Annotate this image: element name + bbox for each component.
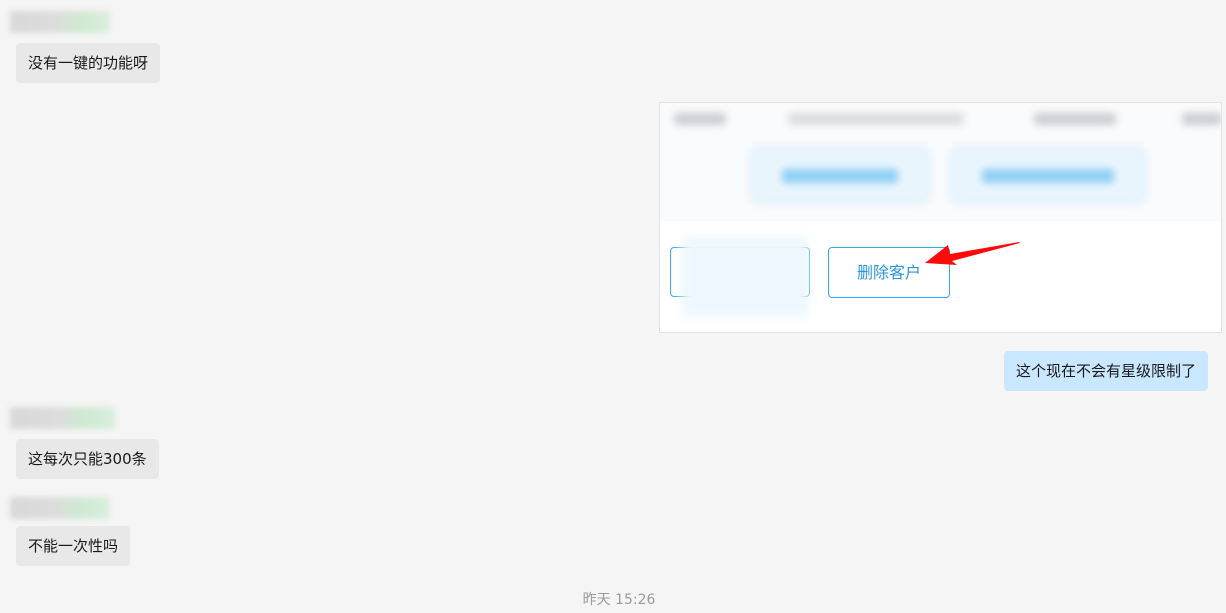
screenshot-header-area [660, 103, 1221, 221]
chat-window: 没有一键的功能呀 删除客户 这个现在不会有星级限制了 这每次只能300条 不能一… [0, 0, 1226, 613]
sender-name [10, 11, 110, 33]
blurred-text [674, 113, 726, 125]
blurred-text [1034, 113, 1116, 125]
sender-name [10, 407, 115, 429]
message-bubble[interactable]: 不能一次性吗 [16, 526, 131, 566]
blurred-button [750, 147, 930, 203]
blurred-button [950, 147, 1146, 203]
message-bubble[interactable]: 这个现在不会有星级限制了 [1004, 351, 1209, 391]
sender-name [10, 497, 110, 519]
delete-customer-button[interactable]: 删除客户 [828, 247, 950, 298]
blur-mask [682, 237, 808, 317]
blurred-text [1182, 113, 1221, 125]
blurred-text [788, 113, 964, 125]
timestamp: 昨天 15:26 [582, 592, 656, 608]
message-bubble[interactable]: 这每次只能300条 [16, 439, 159, 479]
message-bubble[interactable]: 没有一键的功能呀 [16, 43, 161, 83]
image-message[interactable]: 删除客户 [659, 102, 1222, 333]
